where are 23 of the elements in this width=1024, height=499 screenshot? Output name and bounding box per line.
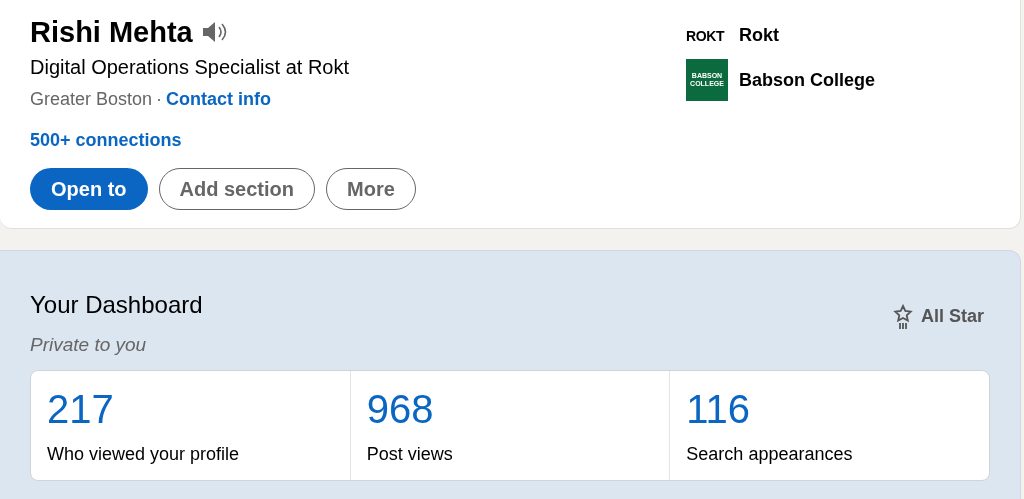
- dashboard-title: Your Dashboard: [30, 290, 203, 320]
- speaker-icon[interactable]: [200, 21, 229, 43]
- stat-value[interactable]: 116: [686, 384, 751, 433]
- dashboard-subtitle: Private to you: [30, 333, 148, 357]
- stat-label[interactable]: Post views: [366, 440, 453, 468]
- profile-action-button[interactable]: Add section: [158, 168, 315, 210]
- profile-action-button[interactable]: More: [326, 168, 416, 210]
- headline: Digital Operations Specialist at Rokt: [30, 55, 351, 80]
- connections-link[interactable]: 500+ connections: [30, 127, 182, 154]
- separator: ·: [156, 88, 163, 111]
- open-to-button[interactable]: Open to: [30, 168, 148, 210]
- stat-value[interactable]: 968: [366, 384, 434, 433]
- location: Greater Boston: [30, 88, 153, 111]
- contact-info-link[interactable]: Contact info: [166, 86, 272, 113]
- stat-label[interactable]: Who viewed your profile: [47, 440, 240, 468]
- company-logo: ROKT: [686, 28, 726, 43]
- all-star-label: All Star: [920, 305, 984, 328]
- stat-value[interactable]: 217: [47, 384, 114, 433]
- profile-name: Rishi Mehta: [30, 15, 193, 50]
- star-icon: [892, 303, 913, 330]
- stat-label[interactable]: Search appearances: [686, 440, 853, 468]
- affiliation-name[interactable]: Babson College: [739, 66, 876, 94]
- affiliation-name[interactable]: Rokt: [739, 22, 779, 49]
